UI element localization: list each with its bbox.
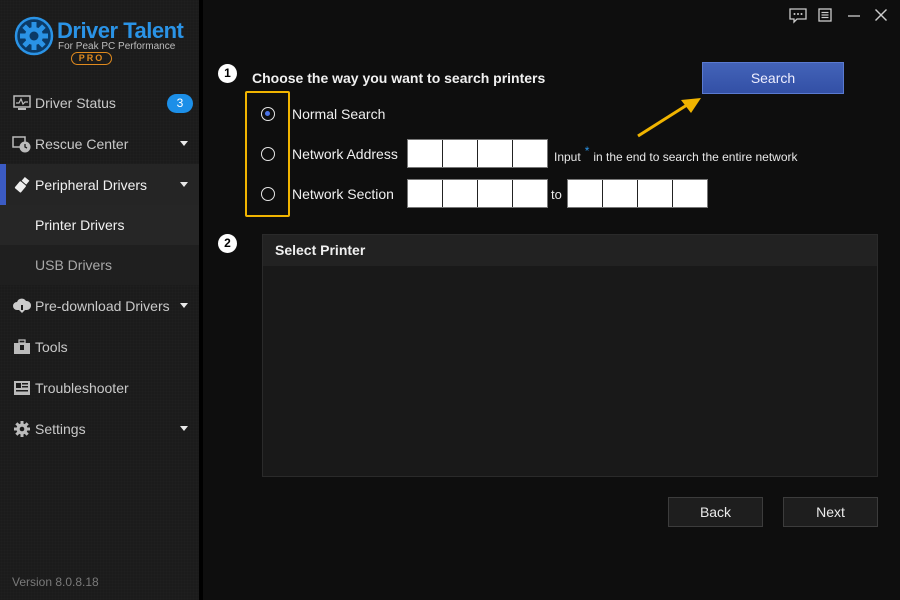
monitor-icon: [12, 94, 32, 112]
app-window: Driver Talent For Peak PC Performance PR…: [0, 0, 900, 600]
search-button[interactable]: Search: [702, 62, 844, 94]
ip-octet-field[interactable]: [513, 140, 547, 167]
sidebar-item-label: Troubleshooter: [35, 379, 129, 396]
sidebar-item-tools[interactable]: Tools: [0, 326, 199, 367]
sidebar-item-driver-status[interactable]: Driver Status 3: [0, 82, 199, 123]
radio-network-section[interactable]: [261, 187, 275, 201]
ip-octet-field[interactable]: [443, 180, 477, 207]
ip-octet-field[interactable]: [513, 180, 547, 207]
step-number-1: 1: [218, 64, 237, 83]
sidebar-item-label: Peripheral Drivers: [35, 176, 148, 193]
ip-octet-field[interactable]: [638, 180, 672, 207]
radio-label-normal-search: Normal Search: [292, 106, 386, 122]
ip-octet-field[interactable]: [673, 180, 707, 207]
logo: Driver Talent For Peak PC Performance PR…: [12, 14, 192, 70]
radio-label-network-section: Network Section: [292, 186, 394, 202]
radio-label-network-address: Network Address: [292, 146, 398, 162]
network-hint: Input * in the end to search the entire ne…: [554, 144, 798, 164]
hint-suffix: in the end to search the entire network: [593, 150, 798, 164]
next-button[interactable]: Next: [783, 497, 878, 527]
gear-icon: [12, 420, 32, 438]
panel-title: Select Printer: [263, 235, 877, 266]
main-content: 1 Choose the way you want to search prin…: [203, 0, 900, 600]
clock-restore-icon: [12, 135, 32, 153]
sidebar-subitem-printer-drivers[interactable]: Printer Drivers: [0, 205, 199, 245]
back-button[interactable]: Back: [668, 497, 763, 527]
chevron-down-icon: [180, 141, 188, 146]
chevron-down-icon: [180, 303, 188, 308]
sidebar-item-rescue-center[interactable]: Rescue Center: [0, 123, 199, 164]
wildcard-symbol: *: [584, 144, 590, 158]
toolbox-icon: [12, 338, 32, 356]
brand-tagline: For Peak PC Performance: [58, 41, 176, 52]
sidebar-subitem-usb-drivers[interactable]: USB Drivers: [0, 245, 199, 285]
ip-octet-field[interactable]: [568, 180, 602, 207]
sidebar-item-pre-download-drivers[interactable]: Pre-download Drivers: [0, 285, 199, 326]
chevron-down-icon: [180, 426, 188, 431]
ip-octet-field[interactable]: [443, 140, 477, 167]
step1-title: Choose the way you want to search printe…: [252, 70, 546, 86]
edition-badge: PRO: [71, 52, 112, 65]
sidebar-item-label: Pre-download Drivers: [35, 297, 170, 314]
radio-normal-search[interactable]: [261, 107, 275, 121]
version-label: Version 8.0.8.18: [12, 575, 99, 589]
logo-gear-icon: [14, 16, 54, 56]
sidebar-item-label: Rescue Center: [35, 135, 129, 152]
sidebar: Driver Talent For Peak PC Performance PR…: [0, 0, 199, 600]
ip-octet-field[interactable]: [603, 180, 637, 207]
sidebar-item-settings[interactable]: Settings: [0, 408, 199, 449]
printer-list-panel: Select Printer: [262, 234, 878, 477]
sidebar-item-troubleshooter[interactable]: Troubleshooter: [0, 367, 199, 408]
printer-list[interactable]: [263, 266, 877, 476]
network-section-end-input: [567, 179, 708, 208]
sidebar-item-label: Printer Drivers: [35, 217, 125, 233]
pointer-arrow-icon: [637, 98, 701, 138]
chevron-down-icon: [180, 182, 188, 187]
update-count-badge: 3: [167, 94, 193, 113]
hint-prefix: Input: [554, 150, 581, 164]
step-number-2: 2: [218, 234, 237, 253]
ip-octet-field[interactable]: [408, 140, 442, 167]
sidebar-item-label: Settings: [35, 420, 86, 437]
sidebar-item-label: USB Drivers: [35, 257, 113, 273]
troubleshooter-icon: [12, 379, 32, 397]
sidebar-item-peripheral-drivers[interactable]: Peripheral Drivers: [0, 164, 199, 205]
ip-octet-field[interactable]: [408, 180, 442, 207]
cloud-download-icon: [12, 297, 32, 315]
network-section-start-input: [407, 179, 548, 208]
ip-octet-field[interactable]: [478, 140, 512, 167]
range-to-label: to: [551, 187, 562, 202]
sidebar-nav: Driver Status 3 Rescue Center Peripheral…: [0, 82, 199, 449]
network-address-input: [407, 139, 548, 168]
usb-icon: [12, 176, 32, 194]
sidebar-item-label: Driver Status: [35, 94, 116, 111]
sidebar-item-label: Tools: [35, 338, 68, 355]
ip-octet-field[interactable]: [478, 180, 512, 207]
radio-network-address[interactable]: [261, 147, 275, 161]
